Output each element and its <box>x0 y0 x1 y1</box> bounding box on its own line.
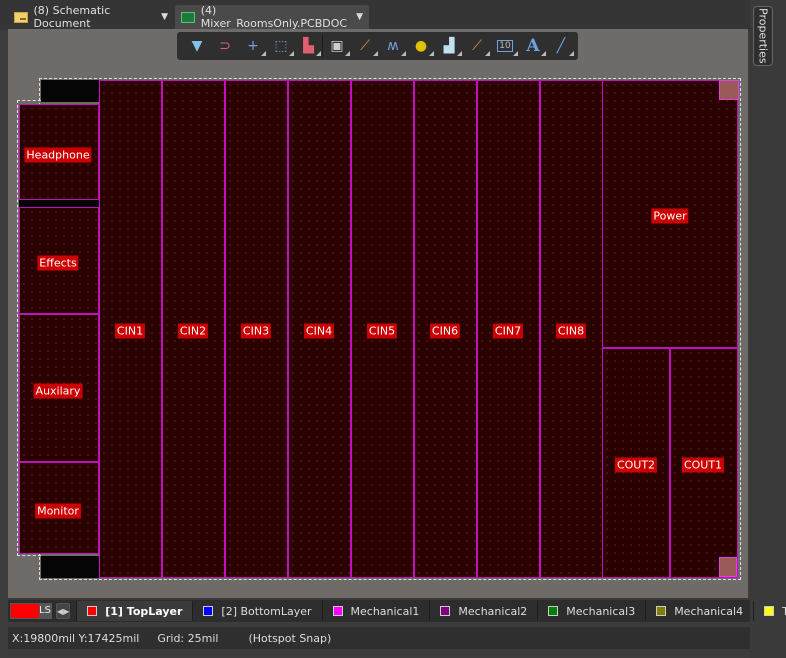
tab-schematic-document[interactable]: (8) Schematic Document ▼ <box>8 4 174 30</box>
component-button[interactable]: ▣ <box>323 35 351 57</box>
room-label-effects: Effects <box>37 255 79 271</box>
layer-label: Top Over <box>782 604 786 618</box>
room-label-cin8: CIN8 <box>555 323 587 339</box>
layer-tab-2-bottomlayer[interactable]: [2] BottomLayer <box>192 601 321 621</box>
corner-pad-top-right <box>719 80 739 100</box>
schematic-doc-icon <box>14 11 28 23</box>
layer-label: [1] TopLayer <box>105 604 183 618</box>
layer-scroll-buttons[interactable]: ◀ ▶ <box>55 603 71 619</box>
align-icon: ▙ <box>303 38 314 54</box>
layer-color-swatch <box>203 606 214 616</box>
board-cutout-top <box>41 80 99 102</box>
current-layer-swatch <box>11 604 39 618</box>
layer-label: Mechanical3 <box>566 604 636 618</box>
pcb-doc-icon <box>181 11 195 23</box>
polygon-icon: ▟ <box>443 38 455 54</box>
layer-set-label: LS <box>39 604 51 618</box>
right-panel-strip <box>750 0 786 658</box>
text-icon: A <box>526 36 540 56</box>
tab-label: (8) Schematic Document <box>33 4 111 30</box>
layer-color-swatch <box>548 606 559 616</box>
layer-color-swatch <box>656 606 667 616</box>
layer-color-swatch <box>332 606 343 616</box>
layer-tab-top-over[interactable]: Top Over <box>753 601 786 621</box>
layer-label: Mechanical1 <box>350 604 420 618</box>
chevron-right-icon[interactable]: ▶ <box>63 607 69 616</box>
diff-pair-button[interactable]: ʍ <box>379 35 407 57</box>
align-button[interactable]: ▙ <box>295 35 323 57</box>
layer-color-swatch <box>764 606 775 616</box>
document-tab-bar: (8) Schematic Document ▼ (4) Mixer_Rooms… <box>0 0 750 30</box>
status-bar: X:19800mil Y:17425mil Grid: 25mil (Hotsp… <box>8 627 750 649</box>
room-label-cin7: CIN7 <box>492 323 524 339</box>
layer-tab-mechanical1[interactable]: Mechanical1 <box>321 601 430 621</box>
diff-pair-icon: ʍ <box>387 38 399 54</box>
dimension-icon: 10 <box>497 40 513 52</box>
board-cutout-bottom <box>41 556 99 578</box>
room-label-cin2: CIN2 <box>177 323 209 339</box>
room-label-monitor: Monitor <box>35 503 81 519</box>
filter-icon: ▼ <box>191 38 203 54</box>
snap-magnet-button[interactable]: ⊃ <box>211 35 239 57</box>
polygon-button[interactable]: ▟ <box>435 35 463 57</box>
active-bar-toolbar: ▼ ⊃ + ⬚ ▙ ▣ ⟋ ʍ ● ▟ ⟋ 10 A ╱ <box>177 32 578 60</box>
room-label-cin4: CIN4 <box>303 323 335 339</box>
layer-tab-mechanical4[interactable]: Mechanical4 <box>645 601 753 621</box>
crosshair-button[interactable]: + <box>239 35 267 57</box>
select-rect-button[interactable]: ⬚ <box>267 35 295 57</box>
room-label-headphone: Headphone <box>24 147 92 163</box>
draw-line-icon: ╱ <box>556 38 566 54</box>
tab-label: (4) Mixer_RoomsOnly.PCBDOC <box>200 4 348 30</box>
line-button[interactable]: ⟋ <box>463 35 491 57</box>
dimension-button[interactable]: 10 <box>491 35 519 57</box>
via-icon: ● <box>414 38 428 54</box>
layer-label: Mechanical2 <box>458 604 528 618</box>
layer-tab-1-toplayer[interactable]: [1] TopLayer <box>76 601 193 621</box>
component-icon: ▣ <box>330 38 344 54</box>
room-label-cin6: CIN6 <box>429 323 461 339</box>
room-label-cout2: COUT2 <box>614 457 658 473</box>
layer-label: [2] BottomLayer <box>221 604 312 618</box>
layer-color-swatch <box>440 606 451 616</box>
route-track-button[interactable]: ⟋ <box>351 35 379 57</box>
layer-color-swatch <box>87 606 98 616</box>
text-button[interactable]: A <box>519 35 547 57</box>
corner-pad-bottom-right <box>719 557 737 577</box>
cursor-coordinates: X:19800mil Y:17425mil <box>12 631 140 645</box>
layer-set-button[interactable]: LS <box>10 603 52 619</box>
via-button[interactable]: ● <box>407 35 435 57</box>
snap-magnet-icon: ⊃ <box>219 38 231 54</box>
chevron-down-icon[interactable]: ▼ <box>161 12 168 22</box>
snap-mode: (Hotspot Snap) <box>248 631 332 645</box>
tab-pcb-document[interactable]: (4) Mixer_RoomsOnly.PCBDOC ▼ <box>175 4 369 30</box>
pcb-board[interactable]: CIN1 CIN2 CIN3 CIN4 CIN5 CIN6 CIN7 CIN8 Headpho… <box>17 78 741 580</box>
draw-line-button[interactable]: ╱ <box>547 35 575 57</box>
room-label-auxilary: Auxilary <box>33 383 83 399</box>
chevron-down-icon[interactable]: ▼ <box>356 12 363 22</box>
route-track-icon: ⟋ <box>360 38 370 54</box>
room-label-cin3: CIN3 <box>240 323 272 339</box>
room-label-cin1: CIN1 <box>114 323 146 339</box>
room-label-cin5: CIN5 <box>366 323 398 339</box>
layer-label: Mechanical4 <box>674 604 744 618</box>
grid-size: Grid: 25mil <box>157 631 219 645</box>
properties-panel-tab[interactable]: Properties <box>753 6 773 66</box>
layer-tab-bar: LS ◀ ▶ [1] TopLayer [2] BottomLayer Mechan… <box>8 600 786 622</box>
select-rect-icon: ⬚ <box>274 38 288 54</box>
line-icon: ⟋ <box>472 38 482 54</box>
filter-button[interactable]: ▼ <box>183 35 211 57</box>
crosshair-icon: + <box>247 38 259 54</box>
room-label-cout1: COUT1 <box>681 457 725 473</box>
room-gap <box>19 200 99 207</box>
layer-tab-mechanical2[interactable]: Mechanical2 <box>429 601 537 621</box>
room-label-power: Power <box>651 208 689 224</box>
layer-tab-mechanical3[interactable]: Mechanical3 <box>537 601 645 621</box>
